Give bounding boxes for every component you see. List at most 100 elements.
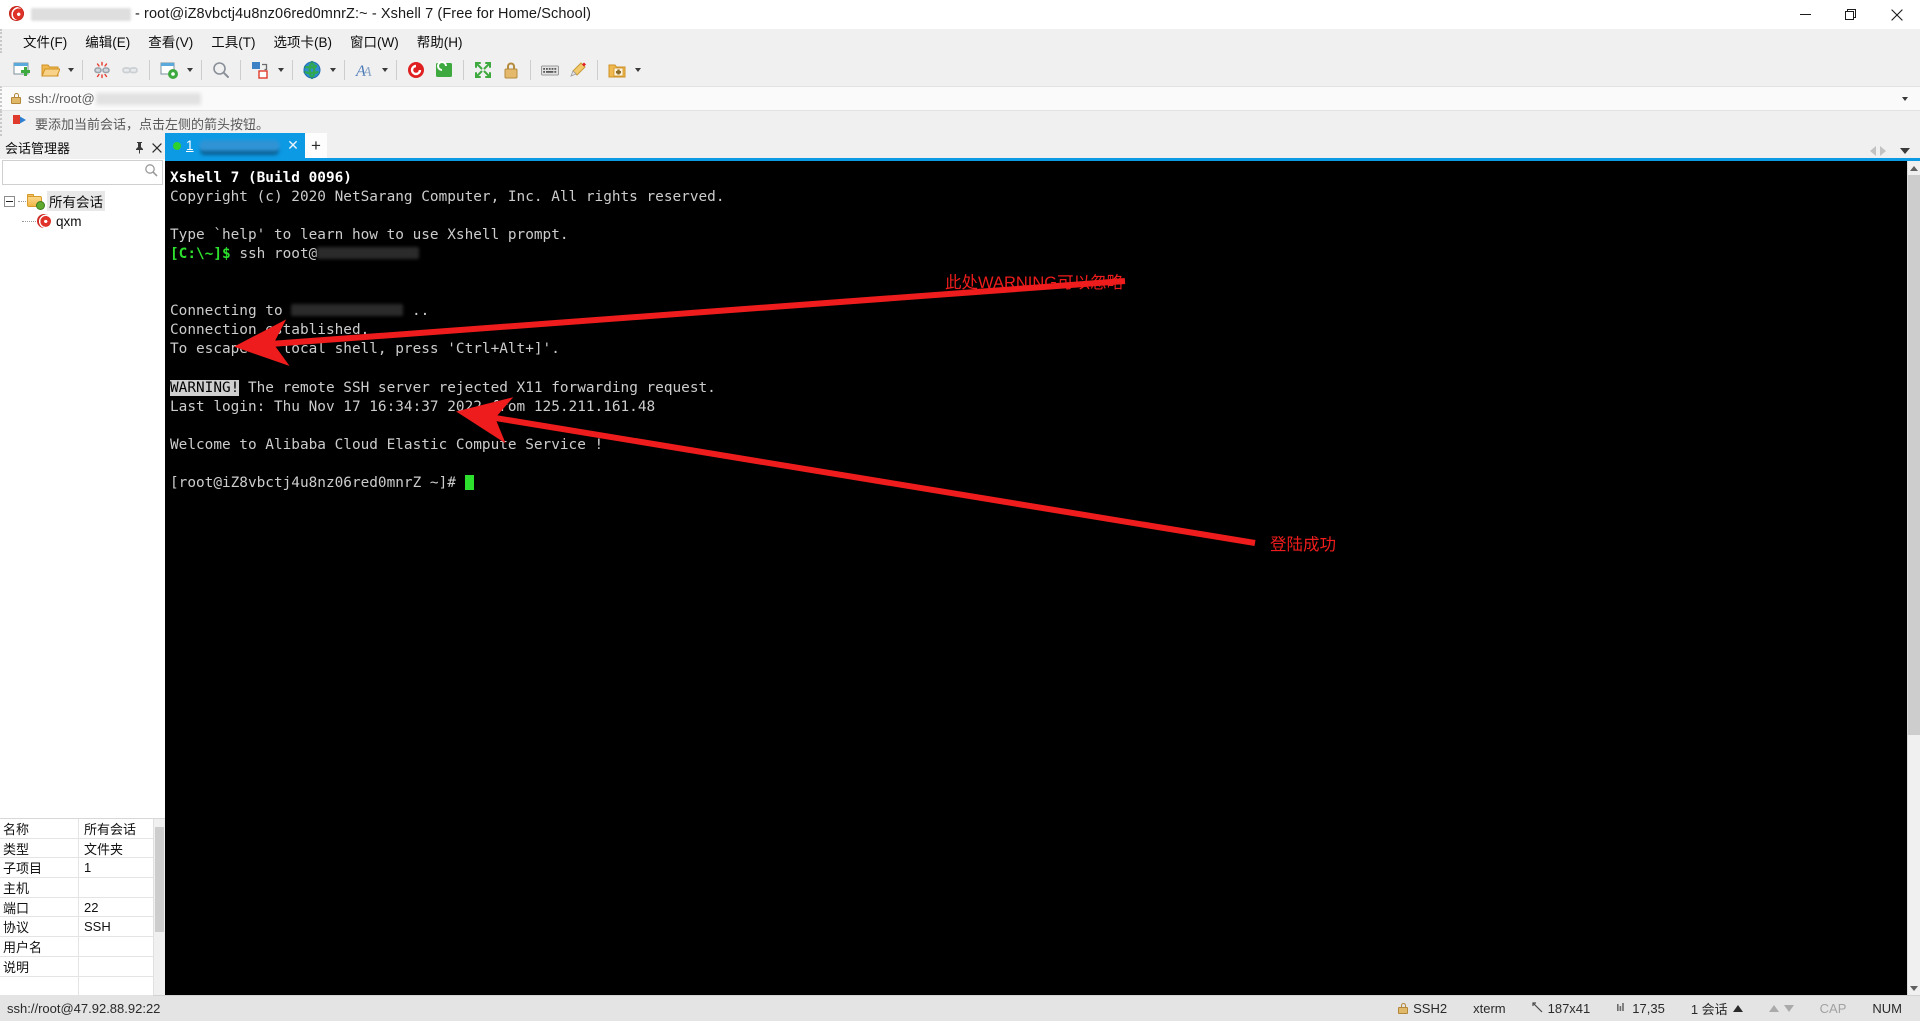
- window-title: - root@iZ8vbctj4u8nz06red0mnrZ:~ - Xshel…: [135, 6, 592, 22]
- property-value: [79, 937, 153, 956]
- prev-tab-icon[interactable]: [1870, 146, 1876, 156]
- table-row: 子项目 1: [0, 858, 153, 879]
- properties-rows: 名称 所有会话 类型 文件夹 子项目 1 主机 端口 22 协议 SSH 用户名…: [0, 819, 153, 997]
- property-value: [79, 878, 153, 897]
- lock-icon[interactable]: [497, 56, 525, 84]
- add-to-folder-icon[interactable]: [603, 56, 631, 84]
- collapse-icon[interactable]: [4, 195, 15, 207]
- session-properties-icon[interactable]: [155, 56, 183, 84]
- xftp-icon[interactable]: [430, 56, 458, 84]
- find-icon[interactable]: [207, 56, 235, 84]
- tab-status-dot-icon: [173, 141, 181, 150]
- scrollbar-thumb[interactable]: [1908, 175, 1920, 735]
- toolbar-separator: [201, 59, 202, 80]
- table-row: 用户名: [0, 937, 153, 957]
- terminal-scrollbar[interactable]: [1907, 161, 1920, 995]
- menu-help[interactable]: 帮助(H): [408, 29, 472, 54]
- tab-strip: 1 ✕ +: [165, 133, 1920, 161]
- tab-list-icon[interactable]: [1900, 148, 1910, 154]
- scroll-up-icon[interactable]: [1908, 161, 1920, 175]
- table-row: 端口 22: [0, 897, 153, 918]
- table-row: 协议 SSH: [0, 917, 153, 938]
- keyboard-icon[interactable]: [536, 56, 564, 84]
- menu-tabs[interactable]: 选项卡(B): [265, 29, 342, 54]
- address-redacted-host: [95, 92, 201, 105]
- status-terminal-type: xterm: [1473, 1001, 1506, 1016]
- menu-edit[interactable]: 编辑(E): [76, 29, 139, 54]
- menu-view[interactable]: 查看(V): [139, 29, 202, 54]
- title-redacted-host: [31, 7, 131, 21]
- next-tab-icon[interactable]: [1880, 146, 1886, 156]
- new-session-icon[interactable]: [8, 56, 36, 84]
- status-session-count[interactable]: 1 会话: [1678, 999, 1756, 1018]
- terminal-line: Connection established.: [170, 321, 1907, 340]
- disconnect-icon[interactable]: [88, 56, 116, 84]
- annotation-warning-ignorable: 此处WARNING可以忽略: [945, 274, 1124, 292]
- toolbar-separator: [344, 59, 345, 80]
- close-panel-icon[interactable]: [148, 138, 165, 158]
- tree-item-all-sessions[interactable]: 所有会话: [0, 191, 165, 211]
- property-key: 类型: [0, 838, 79, 858]
- upload-icon: [1768, 1005, 1779, 1012]
- status-cursor-label: 17,35: [1632, 1001, 1665, 1016]
- status-protocol: SSH2: [1385, 1001, 1460, 1016]
- toolbar-separator: [530, 59, 531, 80]
- add-to-folder-dropdown[interactable]: [631, 56, 644, 84]
- pin-icon[interactable]: [131, 138, 148, 158]
- menu-window[interactable]: 窗口(W): [341, 29, 408, 54]
- status-cursor-position: 17,35: [1603, 1001, 1678, 1016]
- table-row: 名称 所有会话: [0, 819, 153, 839]
- terminal-text: Xshell 7 (Build 0096): [170, 170, 352, 186]
- open-folder-dropdown[interactable]: [64, 56, 77, 84]
- scrollbar-thumb[interactable]: [155, 827, 164, 932]
- address-bar[interactable]: ssh://root@: [0, 86, 1920, 111]
- new-tab-button[interactable]: +: [305, 133, 327, 158]
- maximize-button[interactable]: [1828, 0, 1874, 29]
- session-properties-dropdown[interactable]: [183, 56, 196, 84]
- font-icon[interactable]: A A: [350, 56, 378, 84]
- xshell-swirl-icon: [6, 3, 27, 24]
- close-button[interactable]: [1874, 0, 1920, 29]
- xshell-icon[interactable]: [402, 56, 430, 84]
- session-search-input[interactable]: [2, 160, 163, 185]
- scroll-down-icon[interactable]: [1908, 981, 1920, 995]
- globe-encoding-icon[interactable]: [298, 56, 326, 84]
- body-split: 会话管理器 所有会话 qxm 名称 所有会话 类型 文件夹 子项目 1 主机 端…: [0, 133, 1920, 997]
- property-value: [79, 977, 153, 996]
- tab-close-icon[interactable]: ✕: [285, 136, 301, 156]
- expand-up-icon[interactable]: [1732, 1005, 1743, 1012]
- tree-item-qxm[interactable]: qxm: [0, 211, 165, 231]
- property-value: 文件夹: [84, 841, 124, 857]
- font-dropdown[interactable]: [378, 56, 391, 84]
- minimize-button[interactable]: [1782, 0, 1828, 29]
- table-row: [0, 976, 153, 997]
- reconnect-icon[interactable]: [116, 56, 144, 84]
- terminal-redacted-host: [291, 304, 404, 317]
- property-key: 端口: [0, 897, 79, 917]
- search-icon: [144, 163, 158, 182]
- session-tree: 所有会话 qxm: [0, 185, 165, 818]
- fullscreen-icon[interactable]: [469, 56, 497, 84]
- toolbar-separator: [597, 59, 598, 80]
- terminal-text: ssh root@: [230, 246, 318, 263]
- xshell-session-icon: [34, 211, 54, 230]
- menu-tools[interactable]: 工具(T): [202, 29, 264, 54]
- terminal-line: Type `help' to learn how to use Xshell p…: [170, 226, 1907, 245]
- table-row: 说明: [0, 956, 153, 977]
- property-key: 协议: [0, 917, 79, 937]
- highlight-icon[interactable]: [564, 56, 592, 84]
- terminal-line: WARNING! The remote SSH server rejected …: [170, 379, 1907, 398]
- status-right-group: SSH2 xterm 187x41 17,35 1 会话 CAP NUM: [1385, 999, 1920, 1018]
- globe-encoding-dropdown[interactable]: [326, 56, 339, 84]
- window-controls: [1782, 0, 1920, 29]
- tree-label-all-sessions: 所有会话: [47, 191, 105, 211]
- tab-session-1[interactable]: 1 ✕: [165, 133, 305, 158]
- terminal-line: [root@iZ8vbctj4u8nz06red0mnrZ ~]#: [170, 474, 1907, 493]
- chevron-down-icon[interactable]: [1902, 96, 1908, 101]
- menu-file[interactable]: 文件(F): [14, 29, 76, 54]
- transfer-file-icon[interactable]: [246, 56, 274, 84]
- properties-scrollbar[interactable]: [153, 819, 165, 995]
- transfer-file-dropdown[interactable]: [274, 56, 287, 84]
- open-folder-icon[interactable]: [36, 56, 64, 84]
- property-key: [0, 976, 79, 996]
